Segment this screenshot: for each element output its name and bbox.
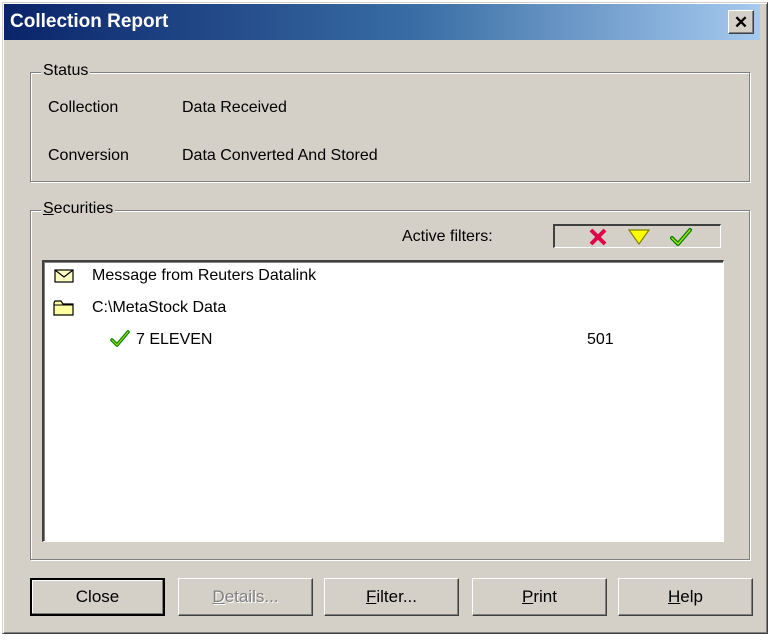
list-item[interactable]: Message from Reuters Datalink [92, 267, 316, 285]
checkmark-icon [670, 228, 692, 246]
active-filters-label: Active filters: [402, 228, 493, 245]
folder-icon [53, 300, 74, 316]
conversion-label: Conversion [48, 147, 129, 164]
conversion-value: Data Converted And Stored [182, 147, 378, 164]
list-item[interactable]: 7 ELEVEN [136, 331, 212, 349]
collection-label: Collection [48, 99, 119, 116]
help-button[interactable]: Help [618, 578, 753, 616]
active-filters-indicator[interactable] [553, 224, 721, 248]
print-button[interactable]: Print [472, 578, 607, 616]
list-item[interactable]: C:\MetaStock Data [92, 299, 226, 317]
details-button[interactable]: Details... [178, 578, 313, 616]
triangle-icon [627, 229, 651, 246]
close-window-button[interactable]: ✕ [728, 10, 754, 34]
securities-group-label: Securities [41, 200, 116, 218]
envelope-icon [54, 269, 74, 283]
checkmark-icon [110, 330, 130, 347]
filter-button[interactable]: Filter... [324, 578, 459, 616]
securities-list[interactable]: Message from Reuters Datalink C:\MetaSto… [42, 260, 724, 542]
collection-value: Data Received [182, 99, 287, 116]
status-group-label: Status [41, 62, 91, 80]
close-button[interactable]: Close [30, 578, 165, 616]
title-bar[interactable]: Collection Report ✕ [4, 4, 760, 40]
list-item-value: 501 [587, 331, 614, 348]
window-title: Collection Report [10, 11, 169, 32]
close-icon: ✕ [733, 12, 749, 32]
status-group: Status [30, 62, 750, 182]
x-icon [589, 228, 607, 246]
